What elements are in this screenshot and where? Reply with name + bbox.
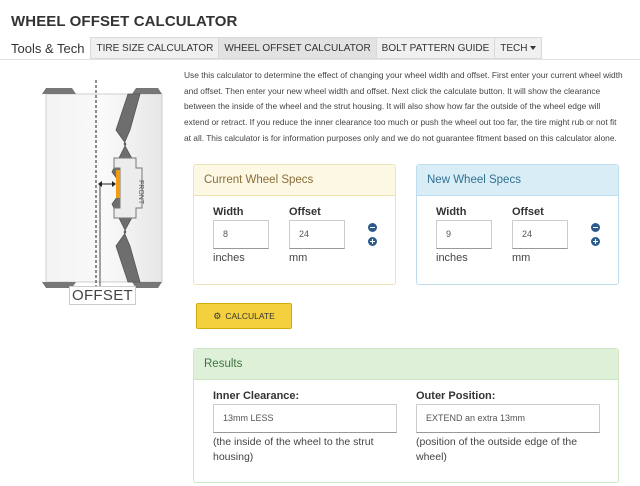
calculate-button-label: CALCULATE [225,311,275,321]
inner-clearance-output: 13mm LESS [213,404,397,433]
current-width-unit: inches [213,252,245,264]
outer-position-output: EXTEND an extra 13mm [416,404,600,433]
new-offset-unit: mm [512,252,531,264]
caret-down-icon [529,46,536,51]
current-offset-label: Offset [289,206,321,218]
results-panel: Results Inner Clearance: Outer Position:… [193,348,619,483]
page-title: WHEEL OFFSET CALCULATOR [11,13,238,30]
wheel-cross-section-image [42,80,163,300]
new-offset-label: Offset [512,206,544,218]
current-width-input[interactable]: 8 [213,220,269,249]
current-wheel-specs-heading: Current Wheel Specs [194,165,395,196]
inner-clearance-note: (the inside of the wheel to the strut ho… [213,436,374,463]
front-label: FRONT [137,180,144,205]
wheel-offset-diagram: FRONT OFFSET [32,80,182,320]
outer-position-note: (position of the outside edge of the whe… [416,436,578,463]
tab-tire-size-calculator[interactable]: TIRE SIZE CALCULATOR [90,37,219,59]
tab-bolt-pattern-guide[interactable]: BOLT PATTERN GUIDE [375,37,495,59]
gear-icon: ⚙ [213,310,222,321]
new-wheel-specs-heading: New Wheel Specs [417,165,618,196]
new-width-unit: inches [436,252,468,264]
top-nav: Tools & Tech TIRE SIZE CALCULATOR WHEEL … [9,37,542,59]
current-offset-unit: mm [289,252,308,264]
nav-brand[interactable]: Tools & Tech [9,41,84,56]
current-offset-input[interactable]: 24 [289,220,345,249]
new-offset-input[interactable]: 24 [512,220,568,249]
new-wheel-specs-panel: New Wheel Specs Width Offset 9 24 inches… [416,164,619,285]
nav-divider [0,59,640,60]
plus-circle-icon[interactable] [591,237,600,246]
current-width-label: Width [213,206,244,218]
tab-wheel-offset-calculator[interactable]: WHEEL OFFSET CALCULATOR [218,37,376,59]
minus-circle-icon[interactable] [591,223,600,232]
offset-label: OFFSET [69,286,136,305]
current-wheel-specs-panel: Current Wheel Specs Width Offset 8 24 in… [193,164,396,285]
results-heading: Results [194,349,618,380]
plus-circle-icon[interactable] [368,237,377,246]
outer-position-label: Outer Position: [416,390,496,402]
new-width-label: Width [436,206,467,218]
tab-tech-dropdown[interactable]: TECH [494,37,542,59]
inner-clearance-label: Inner Clearance: [213,390,300,402]
minus-circle-icon[interactable] [368,223,377,232]
intro-text: Use this calculator to determine the eff… [184,70,623,143]
new-width-input[interactable]: 9 [436,220,492,249]
tab-tech-label: TECH [500,43,528,54]
calculate-button[interactable]: ⚙ CALCULATE [196,303,292,329]
